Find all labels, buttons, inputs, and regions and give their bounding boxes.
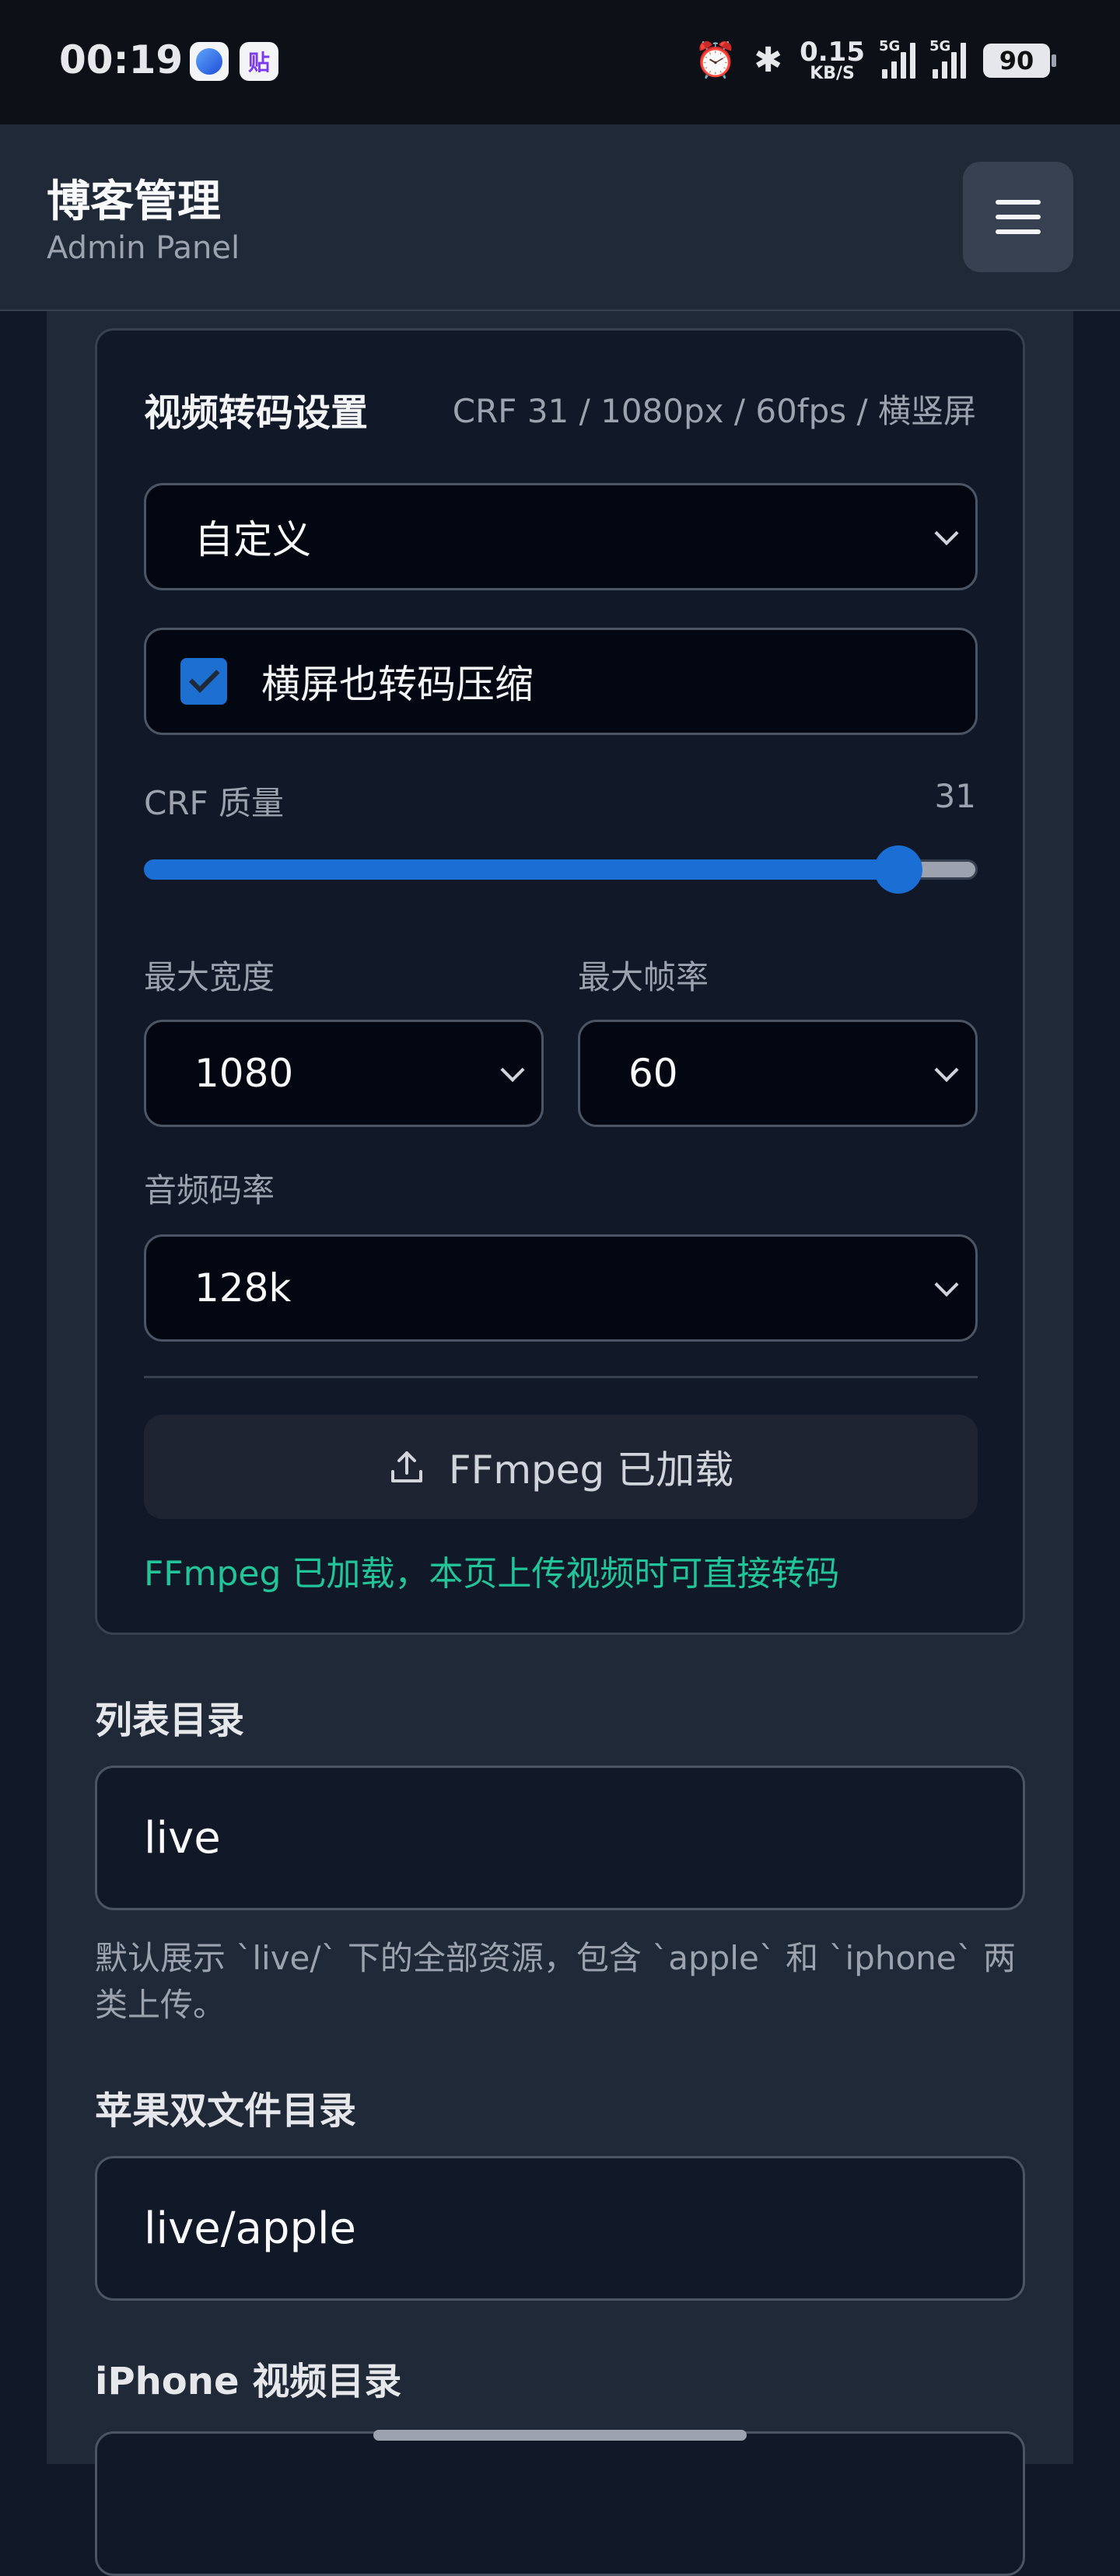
list-dir-help: 默认展示 `live/` 下的全部资源，包含 `apple` 和 `iphone… [95, 1939, 1016, 2024]
menu-button[interactable] [963, 162, 1073, 272]
chevron-down-icon [934, 1058, 959, 1083]
audio-bitrate-label: 音频码率 [144, 1171, 275, 1209]
chevron-down-icon [934, 521, 959, 546]
alarm-icon: ⏰ [694, 40, 737, 80]
settings-panel: 视频转码设置 CRF 31 / 1080px / 60fps / 横竖屏 自定义… [47, 311, 1073, 2576]
upload-icon [388, 1448, 425, 1486]
audio-bitrate-select[interactable]: 128k [144, 1234, 978, 1342]
slider-thumb[interactable] [874, 845, 923, 894]
status-indicators: ⏰ ✱ 0.15 KB/S 5G 5G 90 [694, 37, 1056, 83]
signal-strength-icon: 5G [879, 38, 915, 79]
landscape-checkbox[interactable] [180, 658, 227, 705]
ffmpeg-status: FFmpeg 已加载，本页上传视频时可直接转码 [144, 1554, 840, 1594]
home-indicator[interactable] [373, 2430, 747, 2441]
iphone-dir-label: iPhone 视频目录 [95, 2360, 402, 2403]
chevron-down-icon [500, 1058, 525, 1083]
list-dir-label: 列表目录 [95, 1699, 245, 1742]
divider [144, 1376, 978, 1378]
transcode-title: 视频转码设置 [144, 391, 369, 435]
sticker-app-icon: 贴 [240, 42, 278, 81]
max-width-label: 最大宽度 [144, 958, 275, 996]
max-fps-label: 最大帧率 [578, 958, 709, 996]
preset-select[interactable]: 自定义 [144, 483, 978, 590]
network-speed: 0.15 KB/S [800, 37, 865, 83]
status-time: 00:19 [59, 37, 184, 82]
battery-icon: 90 [983, 44, 1056, 78]
bluetooth-icon: ✱ [754, 40, 783, 80]
hamburger-icon [996, 200, 1041, 205]
max-fps-select[interactable]: 60 [578, 1020, 978, 1127]
max-width-select[interactable]: 1080 [144, 1020, 544, 1127]
landscape-checkbox-label: 横屏也转码压缩 [261, 662, 534, 707]
slider-fill [144, 859, 899, 880]
page-title: 博客管理 [47, 177, 221, 227]
app-notification-icon [190, 42, 229, 81]
iphone-dir-input[interactable] [95, 2431, 1025, 2576]
status-bar: 00:19 贴 ⏰ ✱ 0.15 KB/S 5G 5G 90 [0, 0, 1120, 124]
crf-label: CRF 质量 [144, 784, 285, 822]
apple-dir-input[interactable]: live/apple [95, 2156, 1025, 2301]
transcode-summary: CRF 31 / 1080px / 60fps / 横竖屏 [452, 392, 976, 430]
check-icon [188, 662, 220, 693]
list-dir-input[interactable]: live [95, 1766, 1025, 1910]
apple-dir-label: 苹果双文件目录 [95, 2089, 357, 2133]
crf-value: 31 [934, 777, 976, 815]
landscape-transcode-option[interactable]: 横屏也转码压缩 [144, 628, 978, 735]
app-header: 博客管理 Admin Panel [0, 124, 1120, 311]
ffmpeg-button-label: FFmpeg 已加载 [448, 1447, 734, 1493]
page-subtitle: Admin Panel [47, 230, 240, 266]
ffmpeg-load-button[interactable]: FFmpeg 已加载 [144, 1415, 978, 1519]
transcode-settings-card: 视频转码设置 CRF 31 / 1080px / 60fps / 横竖屏 自定义… [95, 328, 1025, 1635]
signal-strength-icon: 5G [929, 38, 966, 79]
chevron-down-icon [934, 1272, 959, 1297]
crf-slider[interactable] [144, 845, 978, 894]
